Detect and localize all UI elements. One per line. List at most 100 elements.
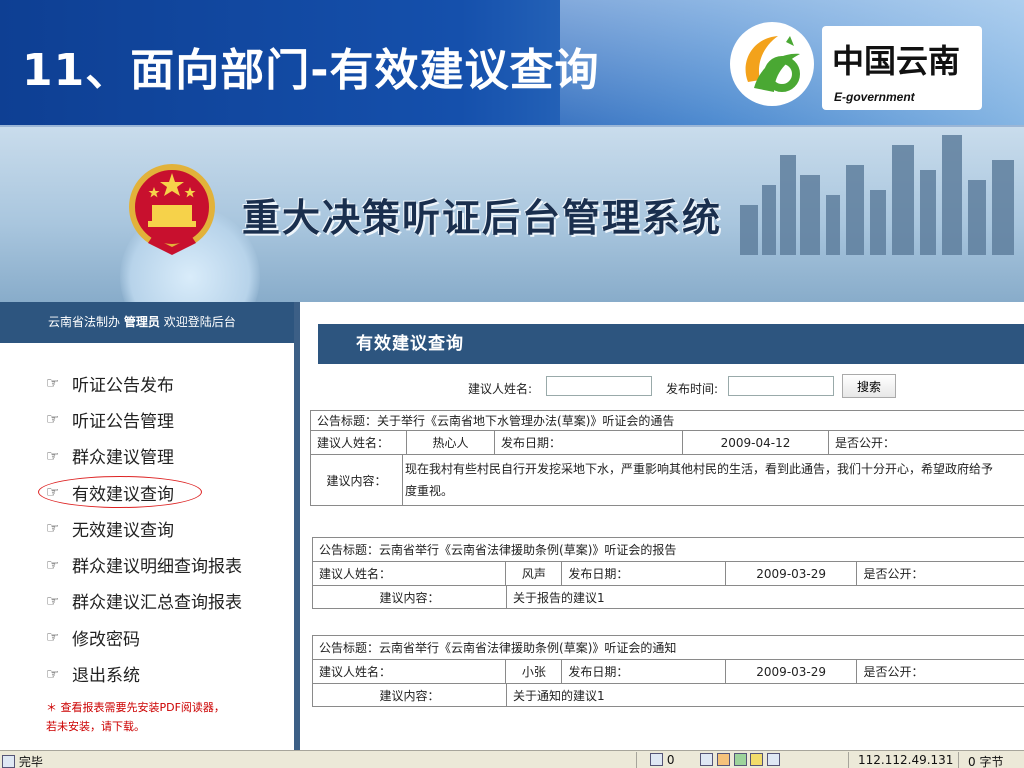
city-skyline-icon xyxy=(740,135,1014,255)
suggestion-record: 公告标题： 关于举行《云南省地下水管理办法(草案)》听证会的通告 建议人姓名： … xyxy=(310,410,1024,506)
suggester-name: 小张 xyxy=(506,660,563,683)
content-label: 建议内容： xyxy=(313,586,507,608)
pointing-hand-icon: ☞ xyxy=(46,555,60,574)
name-label: 建议人姓名： xyxy=(313,660,507,683)
welcome-org: 云南省法制办 xyxy=(48,315,121,329)
sidebar-item-detail-report[interactable]: ☞ 群众建议明细查询报表 xyxy=(46,546,294,582)
suggestion-content: 关于报告的建议1 xyxy=(513,590,605,605)
sidebar-item-label: 听证公告管理 xyxy=(72,411,174,432)
name-search-input[interactable] xyxy=(546,376,652,396)
addon-icon[interactable] xyxy=(733,753,747,766)
date-label: 发布日期： xyxy=(562,562,726,585)
search-button[interactable]: 搜索 xyxy=(842,374,896,398)
notice-title: 关于举行《云南省地下水管理办法(草案)》听证会的通告 xyxy=(377,414,675,428)
status-ready: 完毕 xyxy=(2,753,43,768)
sidebar-item-label: 修改密码 xyxy=(72,629,140,650)
welcome-bar: 云南省法制办 管理员 欢迎登陆后台 xyxy=(0,302,294,343)
sidebar-item-suggestion-management[interactable]: ☞ 群众建议管理 xyxy=(46,438,294,474)
notice-title-label: 公告标题： xyxy=(317,414,378,428)
name-label: 建议人姓名： xyxy=(313,562,507,585)
pointing-hand-icon: ☞ xyxy=(46,591,60,610)
page-icon xyxy=(2,755,15,768)
sidebar-item-notice-management[interactable]: ☞ 听证公告管理 xyxy=(46,401,294,437)
sidebar-item-change-password[interactable]: ☞ 修改密码 xyxy=(46,619,294,655)
sidebar-item-label: 群众建议明细查询报表 xyxy=(72,557,242,578)
security-icon xyxy=(650,753,663,766)
name-label: 建议人姓名： xyxy=(311,431,407,454)
status-bytes: 0 字节 xyxy=(968,755,1004,768)
note-line-1: ＊ 查看报表需要先安装PDF阅读器， xyxy=(46,700,225,714)
suggestion-record: 公告标题： 云南省举行《云南省法律援助条例(草案)》听证会的通知 建议人姓名： … xyxy=(312,635,1024,707)
pointing-hand-icon: ☞ xyxy=(46,483,60,502)
sidebar: 云南省法制办 管理员 欢迎登陆后台 ☞ 听证公告发布 ☞ 听证公告管理 ☞ 群众建议管… xyxy=(0,302,300,750)
search-bar: 建议人姓名: 发布时间: 搜索 xyxy=(306,374,1024,402)
suggester-name: 风声 xyxy=(506,562,563,585)
addon-icon[interactable] xyxy=(767,753,781,766)
sidebar-item-label: 群众建议管理 xyxy=(72,448,174,469)
sidebar-item-publish-notice[interactable]: ☞ 听证公告发布 xyxy=(46,365,294,401)
public-label: 是否公开： xyxy=(835,436,896,450)
addon-icons[interactable] xyxy=(700,753,781,767)
publish-date: 2009-04-12 xyxy=(683,431,829,454)
content-label: 建议内容： xyxy=(313,684,507,706)
pointing-hand-icon: ☞ xyxy=(46,628,60,647)
notice-title-label: 公告标题： xyxy=(319,543,380,557)
addon-icon[interactable] xyxy=(716,753,730,766)
browser-status-bar: 完毕 0 112.112.49.131 0 字节 xyxy=(0,750,1024,768)
addon-icon[interactable] xyxy=(700,753,713,766)
welcome-role: 管理员 xyxy=(123,315,160,329)
date-label: 发布日期： xyxy=(495,431,683,454)
suggestion-record: 公告标题： 云南省举行《云南省法律援助条例(草案)》听证会的报告 建议人姓名： … xyxy=(312,537,1024,609)
public-label: 是否公开： xyxy=(863,567,924,581)
sidebar-item-label: 退出系统 xyxy=(72,666,140,687)
sidebar-item-valid-suggestions[interactable]: ☞ 有效建议查询 xyxy=(38,474,294,510)
pointing-hand-icon: ☞ xyxy=(46,374,60,393)
note-line-2[interactable]: 若未安装，请下载。 xyxy=(46,717,294,736)
notice-title: 云南省举行《云南省法律援助条例(草案)》听证会的报告 xyxy=(379,543,677,557)
count-text: 0 xyxy=(666,753,675,767)
national-emblem-icon xyxy=(129,164,215,255)
sidebar-item-label: 有效建议查询 xyxy=(72,484,174,505)
pointing-hand-icon: ☞ xyxy=(46,519,60,538)
page-title: 有效建议查询 xyxy=(318,324,1024,364)
sidebar-item-label: 无效建议查询 xyxy=(72,520,174,541)
public-label: 是否公开： xyxy=(863,665,924,679)
status-count: 0 xyxy=(650,753,674,767)
addon-icon[interactable] xyxy=(750,753,764,766)
logo-chinese-text: 中国云南 xyxy=(832,42,961,80)
notice-title-label: 公告标题： xyxy=(319,641,380,655)
suggestion-content: 关于通知的建议1 xyxy=(513,688,605,703)
publish-date: 2009-03-29 xyxy=(726,562,858,585)
suggester-name: 热心人 xyxy=(407,431,495,454)
main-content: 有效建议查询 建议人姓名: 发布时间: 搜索 公告标题： 关于举行《云南省地下水… xyxy=(306,302,1024,750)
pointing-hand-icon: ☞ xyxy=(46,446,60,465)
status-ip: 112.112.49.131 xyxy=(858,753,954,767)
yunnan-logo-icon xyxy=(730,22,814,106)
date-search-label: 发布时间: xyxy=(666,382,719,396)
sidebar-item-label: 听证公告发布 xyxy=(72,375,174,396)
status-text: 完毕 xyxy=(18,755,43,768)
logo-english-text: E-government xyxy=(834,90,915,104)
pointing-hand-icon: ☞ xyxy=(46,664,60,683)
publish-date: 2009-03-29 xyxy=(726,660,858,683)
date-label: 发布日期： xyxy=(562,660,726,683)
sidebar-menu: ☞ 听证公告发布 ☞ 听证公告管理 ☞ 群众建议管理 ☞ 有效建议查询 ☞ 无效建议查询 … xyxy=(0,343,294,692)
app-banner-title: 重大决策听证后台管理系统 xyxy=(242,195,723,240)
browser-screenshot: 重大决策听证后台管理系统 云南省法制办 管理员 欢迎登陆后台 ☞ 听证公告发布 ☞… xyxy=(0,125,1024,768)
sidebar-item-logout[interactable]: ☞ 退出系统 xyxy=(46,655,294,691)
suggestion-content-line-1: 现在我村有些村民自行开发挖采地下水，严重影响其他村民的生活，看到此通告，我们十分… xyxy=(405,462,994,476)
content-label: 建议内容： xyxy=(311,455,403,505)
notice-title: 云南省举行《云南省法律援助条例(草案)》听证会的通知 xyxy=(379,641,677,655)
slide-title: 11、面向部门-有效建议查询 xyxy=(22,45,600,96)
sidebar-item-summary-report[interactable]: ☞ 群众建议汇总查询报表 xyxy=(46,583,294,619)
egov-logo: 中国云南 E-government xyxy=(722,14,992,114)
app-banner: 重大决策听证后台管理系统 xyxy=(0,127,1024,302)
date-search-input[interactable] xyxy=(728,376,834,396)
suggestion-content-line-2: 度重视。 xyxy=(405,484,454,498)
slide-header: 11、面向部门-有效建议查询 中国云南 E-government xyxy=(0,0,1024,125)
name-search-label: 建议人姓名: xyxy=(468,382,533,396)
sidebar-item-invalid-suggestions[interactable]: ☞ 无效建议查询 xyxy=(46,510,294,546)
pointing-hand-icon: ☞ xyxy=(46,410,60,429)
sidebar-item-label: 群众建议汇总查询报表 xyxy=(72,593,242,614)
pdf-reader-note: ＊ 查看报表需要先安装PDF阅读器， 若未安装，请下载。 xyxy=(0,692,294,736)
